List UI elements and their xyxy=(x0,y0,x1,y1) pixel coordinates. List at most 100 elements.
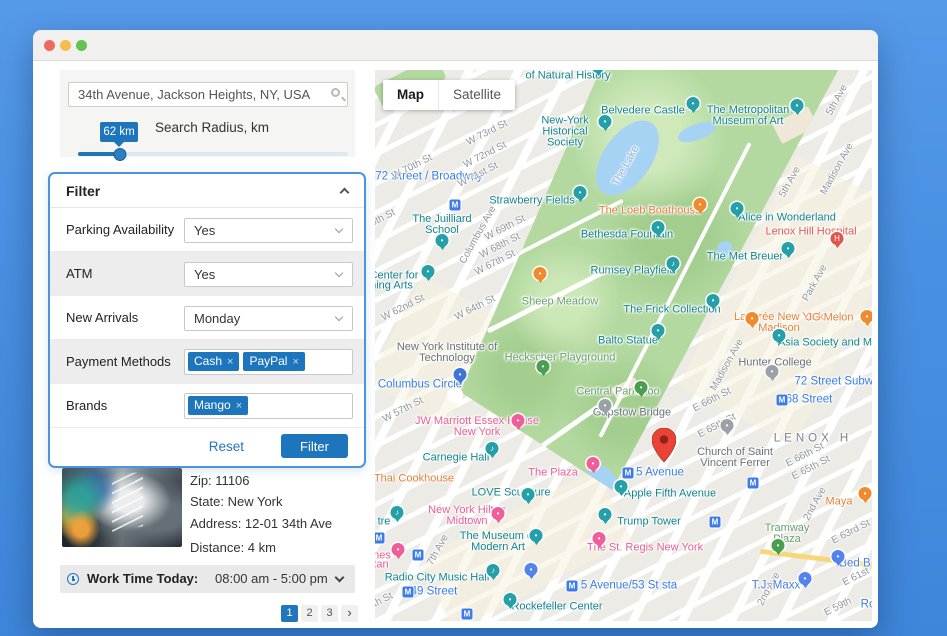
slider-thumb[interactable] xyxy=(113,148,126,161)
map-label: JG Melon xyxy=(806,313,853,324)
filter-apply-button[interactable]: Filter xyxy=(281,434,348,458)
teal-poi-pin-icon: ♪ xyxy=(667,257,680,270)
map-label: Columbus Circle xyxy=(378,380,462,391)
teal-poi-pin-icon: ♪ xyxy=(391,506,404,519)
store-info-line: Distance: 4 km xyxy=(190,537,360,558)
destination-marker-icon[interactable] xyxy=(652,428,676,462)
chevron-down-icon[interactable] xyxy=(335,573,345,583)
filter-tags-input-4[interactable]: Mango× xyxy=(184,393,353,419)
map-label: Thai Cookhouse xyxy=(375,474,454,485)
filter-rows: Parking AvailabilityYesATMYesNew Arrival… xyxy=(50,208,364,428)
teal-poi-pin-icon: • xyxy=(436,234,449,247)
map-view-button[interactable]: Map xyxy=(383,80,439,110)
tag-remove-icon[interactable]: × xyxy=(236,400,242,412)
orange-poi-pin-icon: • xyxy=(746,312,759,325)
filter-select-value: Yes xyxy=(194,223,215,238)
map-label: Tramway Plaza xyxy=(757,523,817,545)
gray-poi-pin-icon: • xyxy=(721,419,734,432)
teal-poi-pin-icon: ♪ xyxy=(486,442,499,455)
map-label: The Met Breuer xyxy=(707,252,783,263)
map-label: LOVE Sculpture xyxy=(472,488,551,499)
green-poi-pin-icon: • xyxy=(772,539,785,552)
close-window-button[interactable] xyxy=(44,40,55,51)
subway-station-icon: M xyxy=(403,587,414,598)
zoom-window-button[interactable] xyxy=(76,40,87,51)
teal-poi-pin-icon: • xyxy=(504,593,517,606)
subway-station-icon: M xyxy=(623,468,634,479)
subway-station-icon: M xyxy=(710,517,721,528)
reset-button[interactable]: Reset xyxy=(209,439,244,454)
work-time-bar[interactable]: Work Time Today: 08:00 am - 5:00 pm xyxy=(60,565,355,593)
tag-paypal[interactable]: PayPal× xyxy=(243,352,304,371)
blue-poi-pin-icon: • xyxy=(799,572,812,585)
map-label: The St. Regis New York xyxy=(587,543,703,554)
filter-row-label: Payment Methods xyxy=(66,354,171,369)
store-info-line: Zip: 11106 xyxy=(190,470,360,491)
subway-station-icon: M xyxy=(450,200,461,211)
gray-poi-pin-icon: • xyxy=(766,365,779,378)
tag-remove-icon[interactable]: × xyxy=(227,356,233,368)
orange-poi-pin-icon: • xyxy=(861,310,873,323)
filter-row-label: Parking Availability xyxy=(66,222,174,237)
chevron-up-icon[interactable] xyxy=(340,188,350,198)
filter-select-1[interactable]: Yes xyxy=(184,262,353,287)
pink-poi-pin-icon: • xyxy=(593,532,606,545)
map-label: Rumsey Playfield xyxy=(591,266,676,277)
map-label: tan xyxy=(375,560,389,571)
store-info-line: Address: 12-01 34th Ave xyxy=(190,513,360,534)
teal-poi-pin-icon: • xyxy=(522,488,535,501)
map-label: 5 Avenue/53 St sta xyxy=(581,581,677,592)
subway-station-icon: M xyxy=(567,581,578,592)
search-icon[interactable] xyxy=(331,88,340,97)
clock-icon xyxy=(67,573,79,585)
pink-poi-pin-icon: • xyxy=(492,507,505,520)
teal-poi-pin-icon: • xyxy=(731,202,744,215)
pink-poi-pin-icon: • xyxy=(587,457,600,470)
minimize-window-button[interactable] xyxy=(60,40,71,51)
blue-poi-pin-icon: • xyxy=(832,550,845,563)
search-input[interactable] xyxy=(68,82,348,107)
subway-station-icon: M xyxy=(413,550,424,561)
page-button-2[interactable]: 2 xyxy=(301,605,318,622)
filter-row: Parking Availability Yes xyxy=(50,208,364,252)
filter-row-label: ATM xyxy=(66,266,92,281)
store-photo[interactable] xyxy=(62,468,182,547)
radius-value-badge: 62 km xyxy=(100,122,138,142)
filter-row: BrandsMango× xyxy=(50,384,364,428)
orange-poi-pin-icon: • xyxy=(534,267,547,280)
map-label: 68 Street xyxy=(786,395,833,406)
subway-station-icon: M xyxy=(748,478,759,489)
map-label: T.J. Maxx xyxy=(752,581,801,592)
teal-poi-pin-icon: • xyxy=(599,115,612,128)
map-label: Balto Statue xyxy=(598,336,658,347)
map-label: New-York Historical Society xyxy=(523,116,607,149)
teal-poi-pin-icon: • xyxy=(615,480,628,493)
map-label: Strawberry Fields xyxy=(489,196,575,207)
navy-poi-pin-icon: • xyxy=(454,368,467,381)
map-canvas[interactable]: of Natural HistoryNew-York Historical So… xyxy=(375,70,872,621)
satellite-view-button[interactable]: Satellite xyxy=(439,80,515,110)
filter-footer: Reset Filter xyxy=(50,428,364,468)
filter-panel-header[interactable]: Filter xyxy=(50,174,364,208)
filter-select-0[interactable]: Yes xyxy=(184,218,353,243)
filter-tags-input-3[interactable]: Cash×PayPal× xyxy=(184,349,353,375)
radius-slider[interactable] xyxy=(78,148,348,160)
page-button-3[interactable]: 3 xyxy=(321,605,338,622)
filter-row: Payment Methods Cash×PayPal× xyxy=(50,340,364,384)
map-label: Rockefeller Center xyxy=(511,602,602,613)
map-label: 5 Avenue xyxy=(636,468,684,479)
green-poi-pin-icon: • xyxy=(635,381,648,394)
subway-station-icon: M xyxy=(462,609,473,620)
store-info-line: State: New York xyxy=(190,491,360,512)
map-label: Asia Society and M xyxy=(778,338,872,349)
map-label: Trump Tower xyxy=(617,517,681,528)
filter-select-2[interactable]: Monday xyxy=(184,306,353,331)
work-time-value: 08:00 am - 5:00 pm xyxy=(215,571,328,586)
tag-cash[interactable]: Cash× xyxy=(188,352,239,371)
tag-remove-icon[interactable]: × xyxy=(292,356,298,368)
map-label: Radio City Music Hall xyxy=(385,573,490,584)
tag-mango[interactable]: Mango× xyxy=(188,396,248,415)
page-button-1[interactable]: 1 xyxy=(281,605,298,622)
next-page-button[interactable]: › xyxy=(341,605,358,622)
map-label: The Loeb Boathouse xyxy=(599,206,701,217)
